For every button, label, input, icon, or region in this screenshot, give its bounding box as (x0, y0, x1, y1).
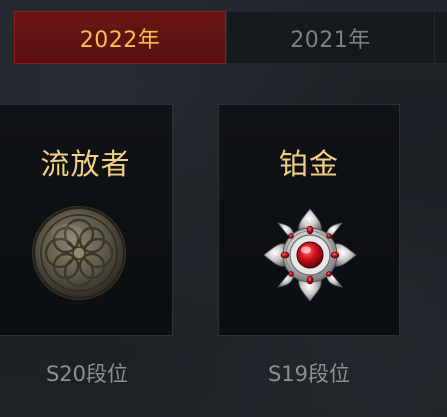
season-label-s20: S20段位 (45, 362, 129, 386)
tab-2022[interactable]: 2022年 (14, 11, 226, 64)
tab-bar-overflow-edge (435, 11, 447, 64)
tab-2021[interactable]: 2021年 (226, 11, 435, 64)
exile-medal-icon (32, 206, 126, 300)
year-tab-bar: 2022年 2021年 (14, 11, 447, 64)
ranking-history-panel: 2022年 2021年 流放者 S20段位 铂金 S19段位 (0, 0, 447, 417)
platinum-ruby-emblem-icon (263, 208, 357, 302)
rank-card-exile[interactable]: 流放者 (0, 104, 173, 336)
season-label-s19: S19段位 (267, 362, 351, 386)
rank-card-platinum[interactable]: 铂金 (218, 104, 400, 336)
tab-2021-label: 2021年 (290, 27, 371, 53)
rank-card-title: 流放者 (40, 147, 131, 181)
rank-card-title: 铂金 (278, 147, 339, 181)
tab-2022-label: 2022年 (79, 27, 161, 53)
